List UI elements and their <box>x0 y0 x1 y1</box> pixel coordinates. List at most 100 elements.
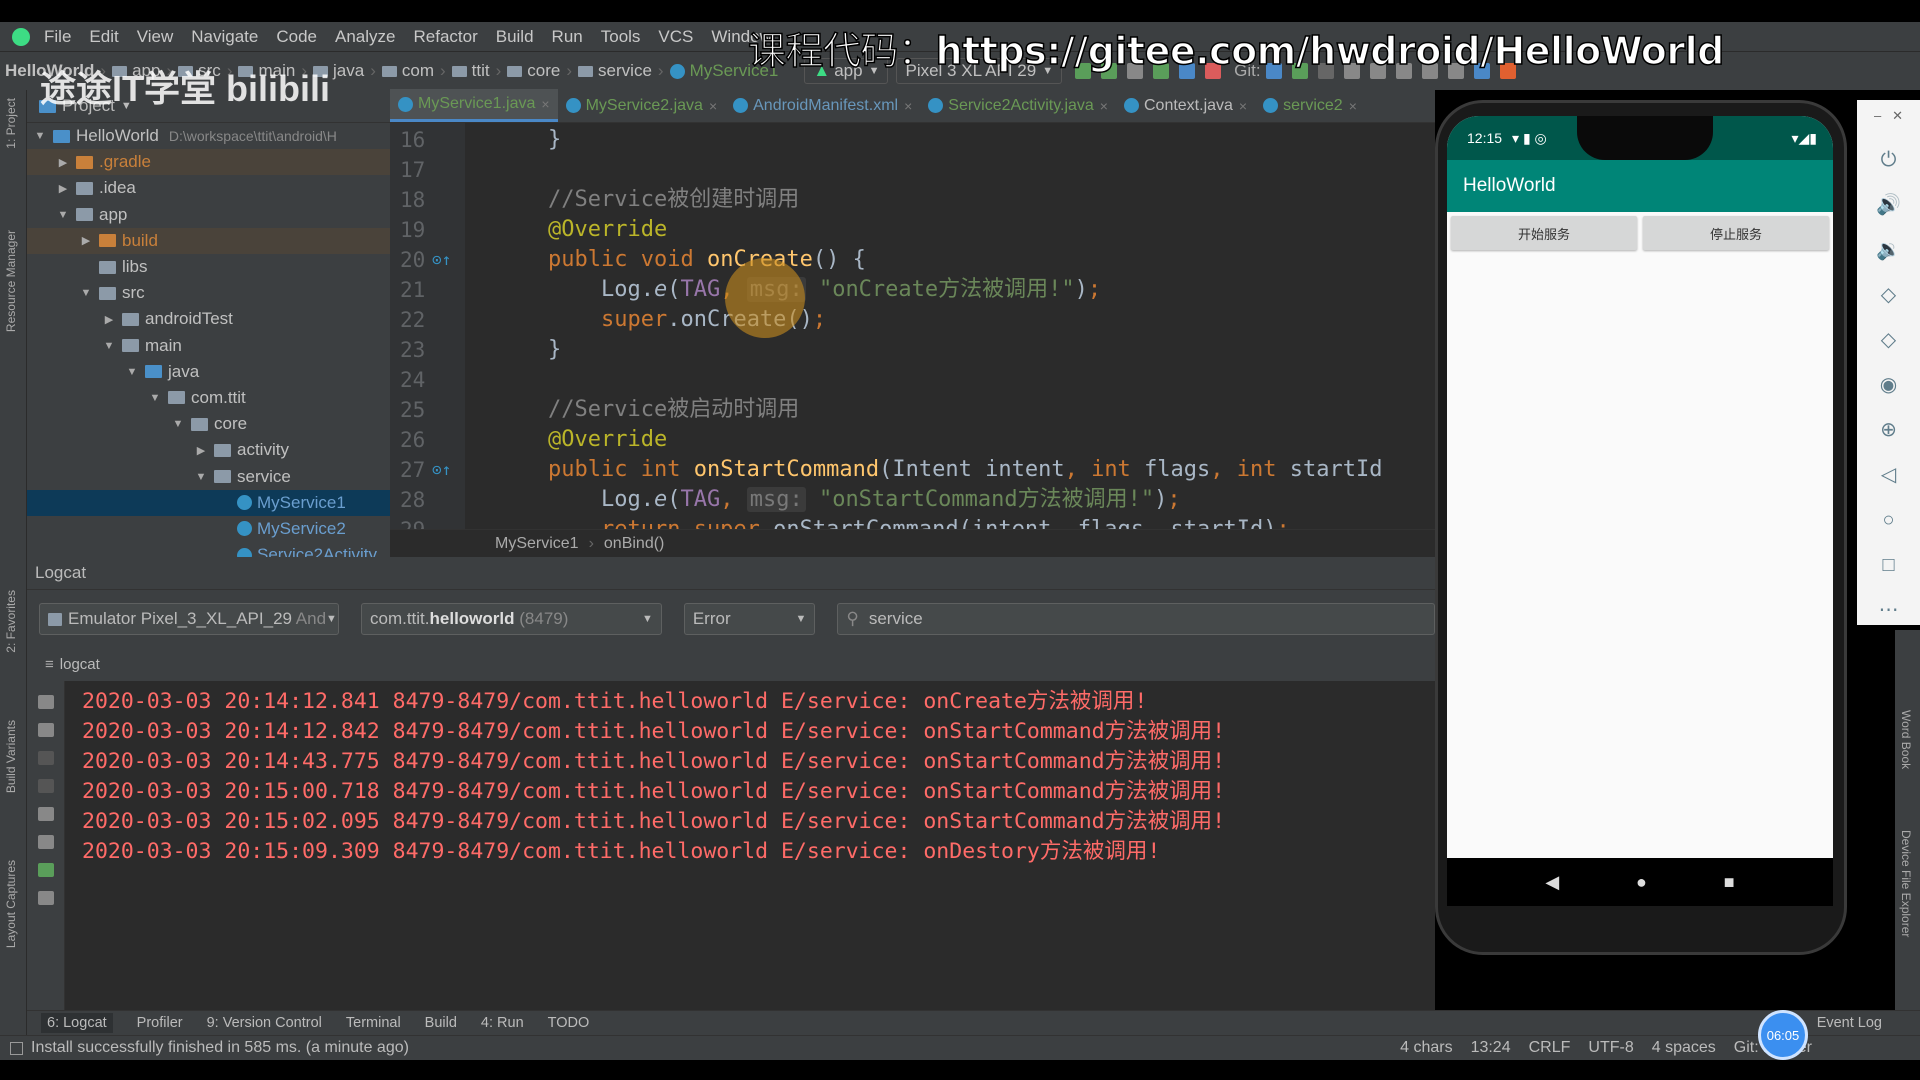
close-tab-icon[interactable]: × <box>709 98 717 114</box>
camera-icon[interactable]: ◉ <box>1880 363 1897 408</box>
tool-window-9-version-control[interactable]: 9: Version Control <box>207 1013 322 1033</box>
close-tab-icon[interactable]: × <box>904 98 912 114</box>
tool-window-6-logcat[interactable]: 6: Logcat <box>41 1013 113 1033</box>
breadcrumb-item[interactable]: core › <box>507 61 572 81</box>
override-marker-icon[interactable]: ⊙↑ <box>432 455 451 485</box>
menu-code[interactable]: Code <box>276 27 317 46</box>
tab-myservice1-java[interactable]: MyService1.java × <box>390 89 558 122</box>
log-level-dropdown[interactable]: Error ▼ <box>683 603 816 635</box>
emulator-screen[interactable]: 12:15 ▾ ▮ ◎ ▾◢▮ HelloWorld 开始服务 停止服务 <box>1447 116 1833 858</box>
code-editor[interactable]: MyService1.java × MyService2.java × AndroidM… <box>390 89 1435 557</box>
menu-analyze[interactable]: Analyze <box>335 27 395 46</box>
power-icon[interactable]: ⏻ <box>1881 138 1897 183</box>
breadcrumb-class[interactable]: MyService1 <box>495 535 579 553</box>
tool-window-4-run[interactable]: 4: Run <box>481 1013 524 1033</box>
rotate-left-icon[interactable]: ◇ <box>1881 273 1896 318</box>
collapsed-arrow-icon[interactable]: ▶ <box>194 444 208 457</box>
layout-captures-tool-button[interactable]: Layout Captures <box>4 860 18 948</box>
expanded-arrow-icon[interactable]: ▼ <box>125 366 139 378</box>
volume-up-icon[interactable]: 🔊 <box>1876 183 1901 228</box>
stop-service-button[interactable]: 停止服务 <box>1643 216 1829 250</box>
menu-view[interactable]: View <box>137 27 174 46</box>
project-tool-button[interactable]: 1: Project <box>4 98 18 149</box>
log-search-input[interactable]: ⚲ service <box>837 603 1435 635</box>
tree-item[interactable]: ▼ core <box>27 411 390 437</box>
print-icon[interactable] <box>37 835 54 849</box>
collapsed-arrow-icon[interactable]: ▶ <box>79 234 93 247</box>
tree-item[interactable]: ▼ service <box>27 463 390 489</box>
breadcrumb-item[interactable]: service › <box>578 61 664 81</box>
tree-item[interactable]: ▼ HelloWorld D:\workspace\ttit\android\H <box>27 123 390 149</box>
expanded-arrow-icon[interactable]: ▼ <box>194 471 208 483</box>
status-toggle-icon[interactable] <box>10 1041 23 1055</box>
resource-manager-tool-button[interactable]: Resource Manager <box>4 230 18 332</box>
menu-file[interactable]: File <box>44 27 71 46</box>
tree-item[interactable]: ▶ build <box>27 227 390 254</box>
tool-window-profiler[interactable]: Profiler <box>137 1013 183 1033</box>
tool-window-todo[interactable]: TODO <box>548 1013 590 1033</box>
menu-refactor[interactable]: Refactor <box>413 27 477 46</box>
tab-service2activity-java[interactable]: Service2Activity.java × <box>920 89 1116 122</box>
tree-item[interactable]: ▶ androidTest <box>27 306 390 332</box>
up-icon[interactable] <box>37 751 54 765</box>
menu-vcs[interactable]: VCS <box>658 27 693 46</box>
tree-item[interactable]: MyService1 <box>27 489 390 516</box>
clear-logcat-icon[interactable] <box>37 695 54 709</box>
tab-myservice2-java[interactable]: MyService2.java × <box>558 89 726 122</box>
menu-tools[interactable]: Tools <box>601 27 641 46</box>
tree-item[interactable]: ▼ java <box>27 359 390 385</box>
expanded-arrow-icon[interactable]: ▼ <box>79 287 93 299</box>
tab-service2[interactable]: service2 × <box>1255 89 1365 122</box>
tree-item[interactable]: MyService2 <box>27 516 390 542</box>
tool-window-build[interactable]: Build <box>425 1013 457 1033</box>
tool-window-terminal[interactable]: Terminal <box>346 1013 401 1033</box>
tree-item[interactable]: ▼ main <box>27 333 390 359</box>
rotate-right-icon[interactable]: ◇ <box>1881 318 1896 363</box>
zoom-icon[interactable]: ⊕ <box>1880 408 1897 453</box>
home-icon[interactable]: ● <box>1636 872 1647 893</box>
tree-item[interactable]: ▼ src <box>27 280 390 306</box>
line-separator[interactable]: CRLF <box>1529 1039 1571 1057</box>
breadcrumb-method[interactable]: onBind() <box>604 535 664 553</box>
expanded-arrow-icon[interactable]: ▼ <box>56 209 70 221</box>
more-icon[interactable]: ⋯ <box>1879 588 1899 633</box>
soft-wrap-icon[interactable] <box>37 807 54 821</box>
event-log-button[interactable]: Event Log <box>1817 1015 1882 1031</box>
collapsed-arrow-icon[interactable]: ▶ <box>56 182 70 195</box>
word-book-tool-button[interactable]: Word Book <box>1899 710 1913 769</box>
logcat-tab[interactable]: logcat <box>60 656 100 673</box>
indent-setting[interactable]: 4 spaces <box>1652 1039 1716 1057</box>
close-tab-icon[interactable]: × <box>541 96 549 112</box>
back-icon[interactable]: ◁ <box>1881 453 1896 498</box>
menu-edit[interactable]: Edit <box>89 27 118 46</box>
expanded-arrow-icon[interactable]: ▼ <box>102 340 116 352</box>
start-service-button[interactable]: 开始服务 <box>1451 216 1637 250</box>
close-icon[interactable]: ✕ <box>1892 108 1903 123</box>
volume-down-icon[interactable]: 🔉 <box>1876 228 1901 273</box>
tree-item[interactable]: libs <box>27 254 390 280</box>
back-icon[interactable]: ◀ <box>1545 872 1559 893</box>
overview-icon[interactable]: □ <box>1882 543 1894 588</box>
tree-item[interactable]: ▼ app <box>27 202 390 228</box>
tree-item[interactable]: ▼ com.ttit <box>27 385 390 411</box>
restart-icon[interactable] <box>37 863 54 877</box>
tree-item[interactable]: ▶ .idea <box>27 175 390 201</box>
recents-icon[interactable]: ■ <box>1724 872 1735 893</box>
caret-position[interactable]: 13:24 <box>1471 1039 1511 1057</box>
favorites-tool-button[interactable]: 2: Favorites <box>4 590 18 653</box>
tab-context-java[interactable]: Context.java × <box>1116 89 1255 122</box>
expanded-arrow-icon[interactable]: ▼ <box>171 418 185 430</box>
tab-androidmanifest-xml[interactable]: AndroidManifest.xml × <box>725 89 920 122</box>
menu-run[interactable]: Run <box>552 27 583 46</box>
scroll-to-end-icon[interactable] <box>37 723 54 737</box>
menu-build[interactable]: Build <box>496 27 534 46</box>
tree-item[interactable]: ▶ activity <box>27 437 390 463</box>
collapsed-arrow-icon[interactable]: ▶ <box>102 313 116 326</box>
close-tab-icon[interactable]: × <box>1239 98 1247 114</box>
minimize-icon[interactable]: – <box>1874 108 1881 123</box>
breadcrumb-item[interactable]: ttit › <box>451 61 501 81</box>
file-encoding[interactable]: UTF-8 <box>1588 1039 1633 1057</box>
breadcrumb-item[interactable]: com › <box>381 61 446 81</box>
override-marker-icon[interactable]: ⊙↑ <box>432 245 451 275</box>
process-dropdown[interactable]: com.ttit.helloworld (8479) ▼ <box>361 603 662 635</box>
